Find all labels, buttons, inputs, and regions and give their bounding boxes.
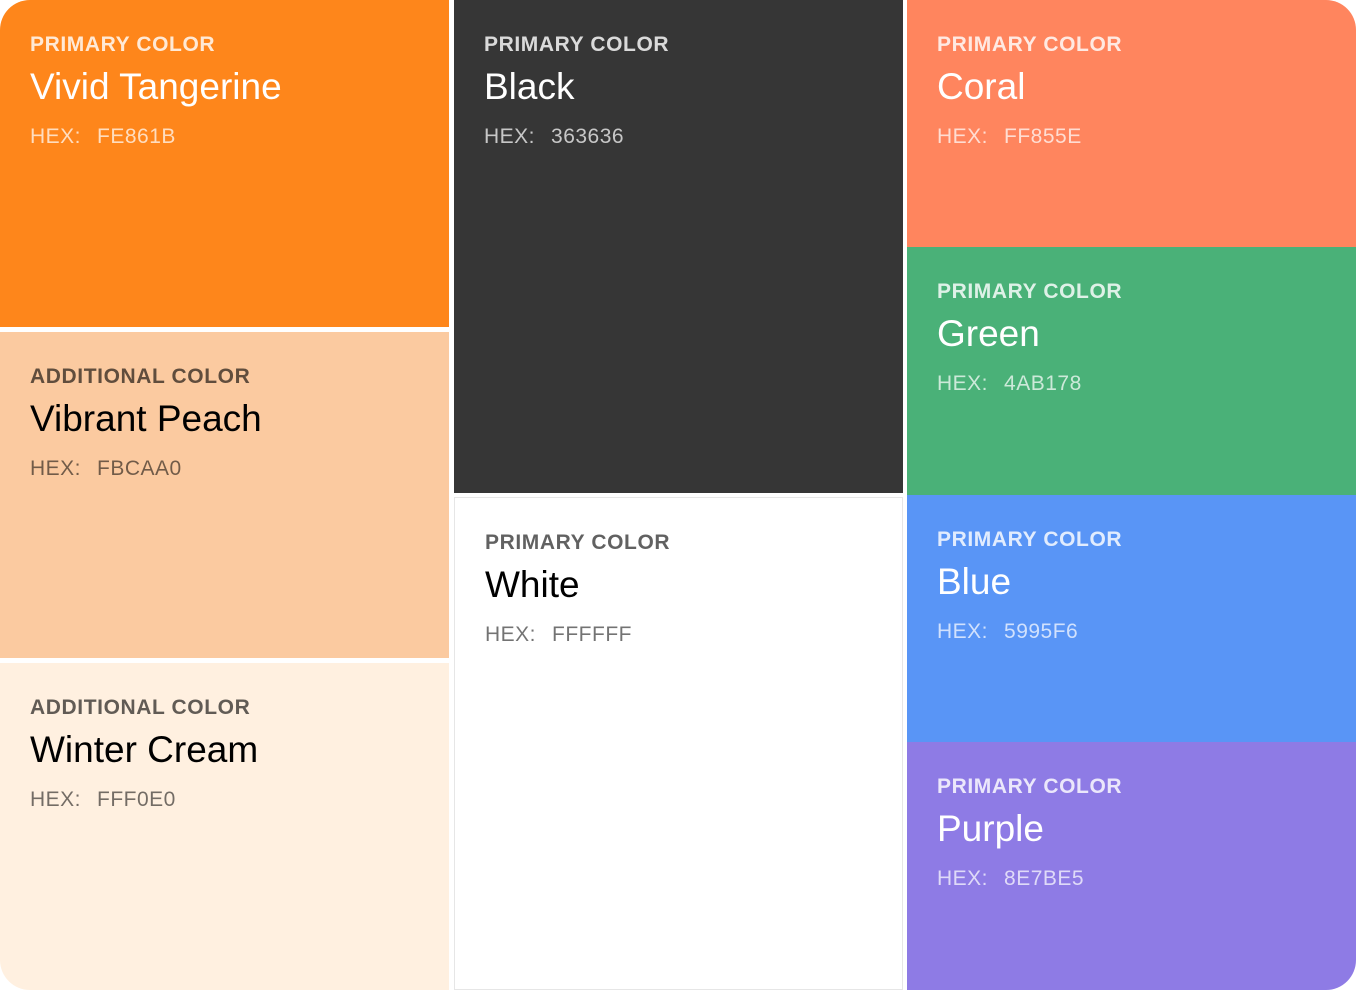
swatch-green: PRIMARY COLOR Green HEX: 4AB178 xyxy=(907,247,1356,495)
swatch-hex: HEX: 8E7BE5 xyxy=(937,866,1326,892)
swatch-name: Winter Cream xyxy=(30,729,259,770)
swatch-white: PRIMARY COLOR White HEX: FFFFFF xyxy=(454,497,903,990)
swatch-name: Green xyxy=(937,313,1040,354)
swatch-name: Coral xyxy=(937,66,1026,107)
swatch-hex: HEX: FBCAA0 xyxy=(30,456,419,482)
swatch-category: PRIMARY COLOR xyxy=(484,33,670,56)
swatch-name: Purple xyxy=(937,808,1044,849)
swatch-hex: HEX: 4AB178 xyxy=(937,371,1326,397)
hex-value: 5995F6 xyxy=(1004,620,1079,643)
hex-label: HEX: xyxy=(937,620,989,643)
swatch-blue: PRIMARY COLOR Blue HEX: 5995F6 xyxy=(907,495,1356,742)
hex-value: 363636 xyxy=(551,125,625,148)
swatch-category: PRIMARY COLOR xyxy=(485,531,671,554)
hex-label: HEX: xyxy=(484,125,536,148)
hex-label: HEX: xyxy=(937,125,989,148)
swatch-hex: HEX: FF855E xyxy=(937,124,1326,150)
swatch-category: PRIMARY COLOR xyxy=(937,528,1123,551)
hex-label: HEX: xyxy=(485,623,537,646)
swatch-hex: HEX: 363636 xyxy=(484,124,873,150)
swatch-purple: PRIMARY COLOR Purple HEX: 8E7BE5 xyxy=(907,742,1356,990)
hex-label: HEX: xyxy=(937,867,989,890)
swatch-name: Vivid Tangerine xyxy=(30,66,282,107)
hex-value: FFFFFF xyxy=(552,623,632,646)
swatch-category: PRIMARY COLOR xyxy=(937,33,1123,56)
swatch-vivid-tangerine: PRIMARY COLOR Vivid Tangerine HEX: FE861B xyxy=(0,0,449,327)
hex-label: HEX: xyxy=(30,788,82,811)
swatch-hex: HEX: FFFFFF xyxy=(485,622,872,648)
swatch-name: White xyxy=(485,564,580,605)
swatch-name: Blue xyxy=(937,561,1012,602)
hex-label: HEX: xyxy=(30,125,82,148)
swatch-hex: HEX: FE861B xyxy=(30,124,419,150)
swatch-hex: HEX: 5995F6 xyxy=(937,619,1326,645)
swatch-black: PRIMARY COLOR Black HEX: 363636 xyxy=(454,0,903,493)
hex-value: 8E7BE5 xyxy=(1004,867,1085,890)
swatch-name: Vibrant Peach xyxy=(30,398,262,439)
swatch-hex: HEX: FFF0E0 xyxy=(30,787,419,813)
swatch-category: PRIMARY COLOR xyxy=(30,33,216,56)
swatch-coral: PRIMARY COLOR Coral HEX: FF855E xyxy=(907,0,1356,247)
hex-label: HEX: xyxy=(937,372,989,395)
swatch-name: Black xyxy=(484,66,575,107)
hex-label: HEX: xyxy=(30,457,82,480)
hex-value: FFF0E0 xyxy=(97,788,176,811)
swatch-winter-cream: ADDITIONAL COLOR Winter Cream HEX: FFF0E0 xyxy=(0,663,449,990)
swatch-category: ADDITIONAL COLOR xyxy=(30,365,251,388)
swatch-category: PRIMARY COLOR xyxy=(937,775,1123,798)
hex-value: FF855E xyxy=(1004,125,1082,148)
hex-value: 4AB178 xyxy=(1004,372,1082,395)
color-palette: PRIMARY COLOR Vivid Tangerine HEX: FE861B… xyxy=(0,0,1356,990)
swatch-vibrant-peach: ADDITIONAL COLOR Vibrant Peach HEX: FBCAA… xyxy=(0,332,449,658)
swatch-category: PRIMARY COLOR xyxy=(937,280,1123,303)
swatch-category: ADDITIONAL COLOR xyxy=(30,696,251,719)
hex-value: FE861B xyxy=(97,125,176,148)
hex-value: FBCAA0 xyxy=(97,457,182,480)
